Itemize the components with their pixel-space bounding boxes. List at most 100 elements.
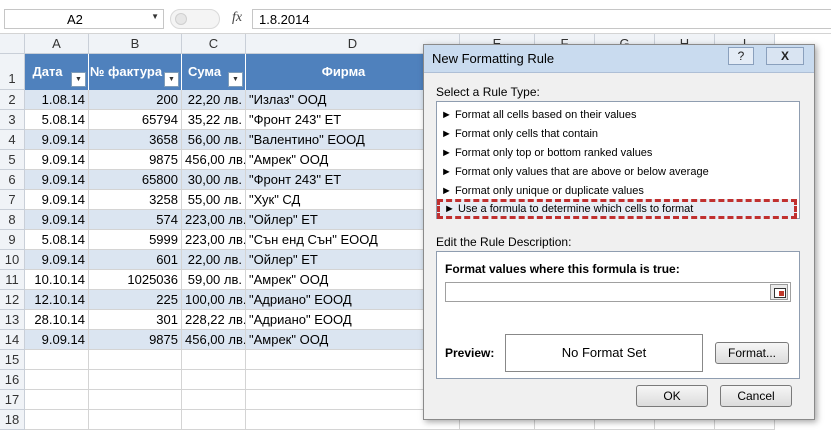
table-cell[interactable]: 65794: [89, 110, 182, 130]
table-cell[interactable]: 9875: [89, 330, 182, 350]
rule-type-item[interactable]: ► Format only top or bottom ranked value…: [441, 144, 795, 162]
table-cell[interactable]: 223,00 лв.: [182, 230, 246, 250]
empty-cell[interactable]: [25, 350, 89, 370]
cancel-button[interactable]: Cancel: [720, 385, 792, 407]
empty-cell[interactable]: [182, 370, 246, 390]
row-header[interactable]: 15: [0, 350, 25, 370]
table-cell[interactable]: 55,00 лв.: [182, 190, 246, 210]
row-header[interactable]: 17: [0, 390, 25, 410]
table-cell[interactable]: 456,00 лв.: [182, 330, 246, 350]
row-header[interactable]: 7: [0, 190, 25, 210]
table-cell[interactable]: 65800: [89, 170, 182, 190]
table-cell[interactable]: 9875: [89, 150, 182, 170]
row-header[interactable]: 8: [0, 210, 25, 230]
rule-type-item[interactable]: ► Format only unique or duplicate values: [441, 182, 795, 200]
table-cell[interactable]: 9.09.14: [25, 210, 89, 230]
help-button[interactable]: ?: [728, 47, 754, 65]
rule-type-item[interactable]: ► Format all cells based on their values: [441, 106, 795, 124]
dialog-titlebar[interactable]: New Formatting Rule ? X: [424, 45, 814, 73]
row-header[interactable]: 9: [0, 230, 25, 250]
empty-cell[interactable]: [182, 390, 246, 410]
table-cell[interactable]: 100,00 лв.: [182, 290, 246, 310]
table-cell[interactable]: 601: [89, 250, 182, 270]
row-header[interactable]: 13: [0, 310, 25, 330]
table-cell[interactable]: 9.09.14: [25, 250, 89, 270]
table-cell[interactable]: 10.10.14: [25, 270, 89, 290]
row-header[interactable]: 1: [0, 54, 25, 90]
rule-type-item[interactable]: ► Format only values that are above or b…: [441, 163, 795, 181]
range-select-icon[interactable]: [770, 284, 788, 300]
row-header[interactable]: 3: [0, 110, 25, 130]
table-cell[interactable]: 28.10.14: [25, 310, 89, 330]
table-cell[interactable]: 22,00 лв.: [182, 250, 246, 270]
table-cell[interactable]: 223,00 лв.: [182, 210, 246, 230]
filter-dropdown-icon[interactable]: ▼: [228, 72, 243, 87]
table-cell[interactable]: 9.09.14: [25, 190, 89, 210]
column-header[interactable]: B: [89, 34, 182, 54]
table-cell[interactable]: 9.09.14: [25, 130, 89, 150]
insert-function-icon[interactable]: fx: [232, 10, 242, 26]
column-header[interactable]: C: [182, 34, 246, 54]
formula-bar-resize-handle[interactable]: [170, 9, 220, 29]
table-cell[interactable]: 1.08.14: [25, 90, 89, 110]
table-cell[interactable]: 574: [89, 210, 182, 230]
table-cell[interactable]: 30,00 лв.: [182, 170, 246, 190]
empty-cell[interactable]: [25, 390, 89, 410]
row-header[interactable]: 5: [0, 150, 25, 170]
table-cell[interactable]: 5999: [89, 230, 182, 250]
table-cell[interactable]: 35,22 лв.: [182, 110, 246, 130]
empty-cell[interactable]: [89, 350, 182, 370]
formula-label: Format values where this formula is true…: [445, 262, 680, 276]
row-header[interactable]: 12: [0, 290, 25, 310]
table-header-label: Дата: [32, 64, 63, 79]
formula-field[interactable]: [445, 282, 791, 302]
close-button[interactable]: X: [766, 47, 804, 65]
select-all-corner[interactable]: [0, 34, 25, 54]
row-header[interactable]: 11: [0, 270, 25, 290]
table-header-label: Сума: [187, 64, 222, 79]
formula-input[interactable]: 1.8.2014: [252, 9, 831, 29]
name-box[interactable]: A2 ▼: [4, 9, 164, 29]
table-cell[interactable]: 3658: [89, 130, 182, 150]
table-cell[interactable]: 9.09.14: [25, 330, 89, 350]
table-cell[interactable]: 225: [89, 290, 182, 310]
table-cell[interactable]: 5.08.14: [25, 110, 89, 130]
format-button[interactable]: Format...: [715, 342, 789, 364]
empty-cell[interactable]: [182, 350, 246, 370]
row-header[interactable]: 2: [0, 90, 25, 110]
table-cell[interactable]: 22,20 лв.: [182, 90, 246, 110]
rule-type-item-selected[interactable]: ► Use a formula to determine which cells…: [437, 199, 797, 219]
table-cell[interactable]: 9.09.14: [25, 150, 89, 170]
empty-cell[interactable]: [89, 370, 182, 390]
table-header-label: № фактура: [89, 64, 163, 79]
empty-cell[interactable]: [182, 410, 246, 430]
table-cell[interactable]: 3258: [89, 190, 182, 210]
table-cell[interactable]: 56,00 лв.: [182, 130, 246, 150]
table-cell[interactable]: 12.10.14: [25, 290, 89, 310]
filter-dropdown-icon[interactable]: ▼: [71, 72, 86, 87]
table-cell[interactable]: 228,22 лв.: [182, 310, 246, 330]
column-header[interactable]: A: [25, 34, 89, 54]
row-header[interactable]: 18: [0, 410, 25, 430]
table-cell[interactable]: 59,00 лв.: [182, 270, 246, 290]
empty-cell[interactable]: [25, 370, 89, 390]
rule-type-list[interactable]: ► Format all cells based on their values…: [436, 101, 800, 219]
table-cell[interactable]: 301: [89, 310, 182, 330]
rule-type-item[interactable]: ► Format only cells that contain: [441, 125, 795, 143]
row-header[interactable]: 16: [0, 370, 25, 390]
row-header[interactable]: 6: [0, 170, 25, 190]
empty-cell[interactable]: [89, 410, 182, 430]
row-header[interactable]: 10: [0, 250, 25, 270]
chevron-down-icon[interactable]: ▼: [151, 12, 159, 21]
empty-cell[interactable]: [25, 410, 89, 430]
table-cell[interactable]: 1025036: [89, 270, 182, 290]
table-cell[interactable]: 200: [89, 90, 182, 110]
table-cell[interactable]: 456,00 лв.: [182, 150, 246, 170]
row-header[interactable]: 14: [0, 330, 25, 350]
table-cell[interactable]: 9.09.14: [25, 170, 89, 190]
filter-dropdown-icon[interactable]: ▼: [164, 72, 179, 87]
ok-button[interactable]: OK: [636, 385, 708, 407]
row-header[interactable]: 4: [0, 130, 25, 150]
empty-cell[interactable]: [89, 390, 182, 410]
table-cell[interactable]: 5.08.14: [25, 230, 89, 250]
